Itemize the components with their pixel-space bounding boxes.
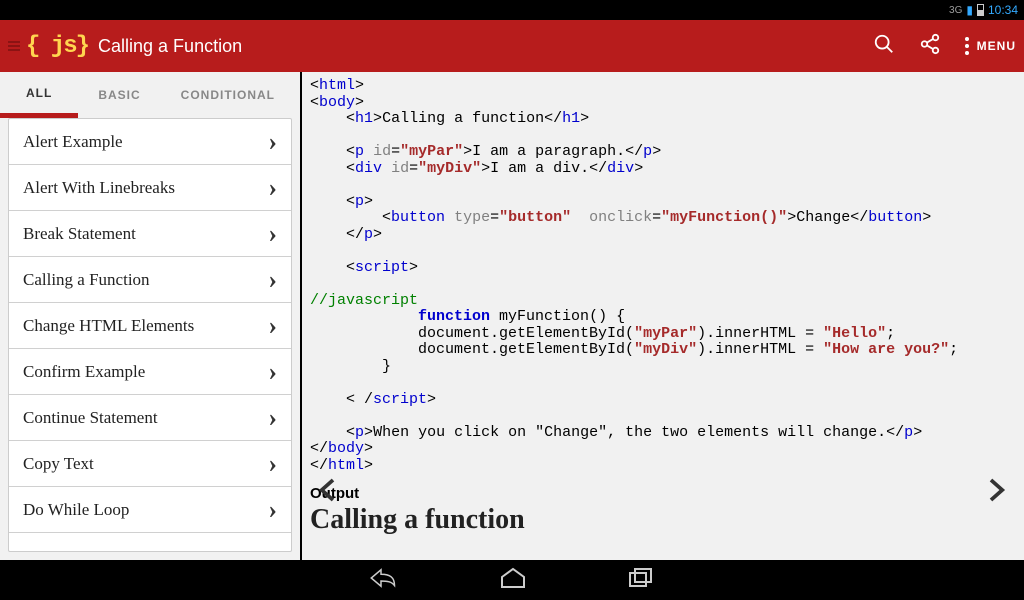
actionbar: { js} Calling a Function MENU <box>0 20 1024 72</box>
prev-button[interactable] <box>304 460 352 520</box>
next-button[interactable] <box>972 460 1020 520</box>
chevron-right-icon: › <box>268 495 277 525</box>
list-item[interactable]: Confirm Example › <box>9 349 291 395</box>
chevron-right-icon: › <box>268 403 277 433</box>
network-indicator: 3G <box>949 5 962 16</box>
list-item[interactable]: Do While Loop › <box>9 487 291 533</box>
main-content: ALLBASICCONDITIONAL Alert Example›Alert … <box>0 72 1024 560</box>
sidebar: ALLBASICCONDITIONAL Alert Example›Alert … <box>0 72 302 560</box>
back-icon[interactable] <box>369 566 399 595</box>
share-icon[interactable] <box>919 33 941 60</box>
chevron-right-icon: › <box>268 127 277 157</box>
h1-text: Calling a function <box>382 110 544 127</box>
filter-tabs: ALLBASICCONDITIONAL <box>0 72 300 118</box>
hamburger-icon[interactable] <box>8 39 20 53</box>
dots-icon <box>965 37 969 55</box>
list-item[interactable]: Change HTML Elements › <box>9 303 291 349</box>
list-item-label: Copy Text <box>23 454 94 474</box>
list-item-label: Break Statement <box>23 224 136 244</box>
output-heading: Calling a function <box>310 505 1016 536</box>
recent-icon[interactable] <box>627 566 655 595</box>
list-item-label: Alert With Linebreaks <box>23 178 175 198</box>
list-item[interactable]: Calling a Function › <box>9 257 291 303</box>
menu-label: MENU <box>977 39 1016 53</box>
list-item[interactable]: Alert Example › <box>9 119 291 165</box>
code-pane: <html> <body> <h1>Calling a function</h1… <box>302 72 1024 560</box>
chevron-right-icon: › <box>268 311 277 341</box>
chevron-right-icon: › <box>268 219 277 249</box>
list-item-label: Do While Loop <box>23 500 129 520</box>
list-item[interactable]: Break Statement › <box>9 211 291 257</box>
list-item-label: Continue Statement <box>23 408 158 428</box>
list-item-label: Confirm Example <box>23 362 145 382</box>
search-icon[interactable] <box>873 33 895 60</box>
example-list: Alert Example›Alert With Linebreaks›Brea… <box>8 118 292 552</box>
chevron-right-icon: › <box>268 357 277 387</box>
app-logo: { js} <box>26 33 88 60</box>
signal-icon: ▮ <box>966 3 973 17</box>
clock: 10:34 <box>988 3 1018 17</box>
list-item[interactable]: Copy Text › <box>9 441 291 487</box>
battery-icon <box>977 4 984 16</box>
home-icon[interactable] <box>499 566 527 595</box>
tab-conditional[interactable]: CONDITIONAL <box>161 72 295 118</box>
list-item[interactable]: Continue Statement › <box>9 395 291 441</box>
output-label: Output <box>310 486 1016 503</box>
page-title: Calling a Function <box>98 36 242 57</box>
chevron-right-icon: › <box>268 449 277 479</box>
chevron-right-icon: › <box>268 265 277 295</box>
list-item-label: Calling a Function <box>23 270 150 290</box>
tab-basic[interactable]: BASIC <box>78 72 160 118</box>
list-item[interactable]: Alert With Linebreaks › <box>9 165 291 211</box>
list-item-label: Alert Example <box>23 132 123 152</box>
list-item-label: Change HTML Elements <box>23 316 194 336</box>
android-statusbar: 3G ▮ 10:34 <box>0 0 1024 20</box>
android-navbar <box>0 560 1024 600</box>
tab-all[interactable]: ALL <box>0 72 78 118</box>
overflow-menu[interactable]: MENU <box>965 37 1016 55</box>
chevron-right-icon: › <box>268 173 277 203</box>
